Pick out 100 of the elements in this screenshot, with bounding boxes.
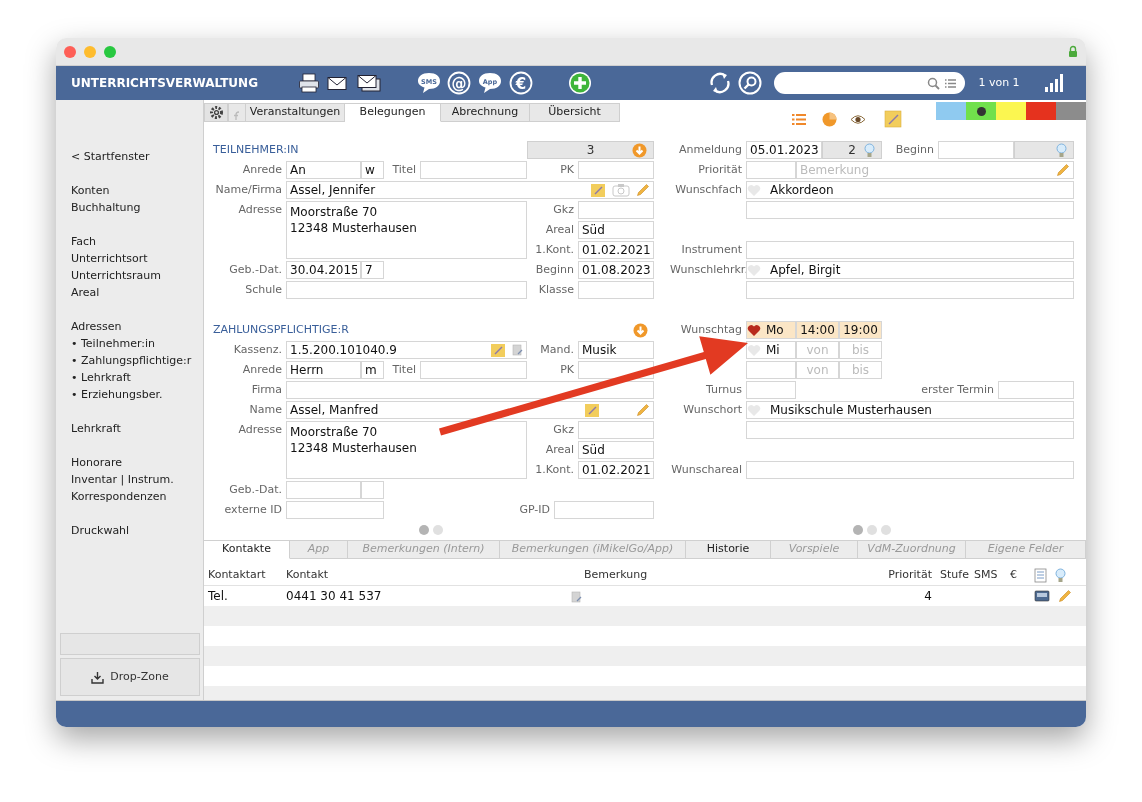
sidebar-item[interactable]: Fach [71, 233, 203, 250]
color-swatch[interactable] [1056, 102, 1086, 120]
location-field[interactable]: Musikschule Musterhausen [746, 401, 1074, 419]
input-field[interactable] [361, 481, 384, 499]
input-field[interactable] [938, 141, 1014, 159]
heart-icon[interactable] [747, 323, 761, 337]
input-field[interactable] [746, 281, 1074, 299]
tab[interactable]: Veranstaltungen [246, 103, 345, 122]
sidebar-item[interactable]: Druckwahl [71, 522, 203, 539]
subject-field[interactable]: Akkordeon [746, 181, 1074, 199]
input-field[interactable]: 01.08.2023 [578, 261, 654, 279]
note-icon[interactable] [884, 110, 902, 128]
sidebar-item[interactable]: Korrespondenzen [71, 488, 203, 505]
search-icon[interactable] [738, 71, 762, 95]
page-dot[interactable] [881, 525, 891, 535]
input-field[interactable]: w [361, 161, 384, 179]
count-box[interactable]: 3 [527, 141, 654, 159]
color-swatch[interactable] [996, 102, 1026, 120]
list-icon[interactable] [792, 112, 806, 126]
color-swatch[interactable] [966, 102, 996, 120]
email-icon[interactable]: @ [446, 71, 472, 95]
text-input[interactable]: Musikschule Musterhausen [767, 402, 1070, 418]
input-field[interactable] [746, 381, 796, 399]
tab[interactable]: Übersicht [530, 103, 620, 122]
teacher-field[interactable]: Apfel, Birgit [746, 261, 1074, 279]
input-field[interactable] [578, 161, 654, 179]
input-field[interactable] [746, 461, 1074, 479]
sidebar-item[interactable]: • Lehrkraft [71, 369, 203, 386]
time-field[interactable]: von [796, 341, 839, 359]
refresh-icon[interactable] [708, 71, 732, 95]
document-icon[interactable] [512, 344, 523, 356]
color-swatch[interactable] [1026, 102, 1056, 120]
camera-icon[interactable] [612, 183, 630, 197]
sidebar-item[interactable]: Konten [71, 182, 203, 199]
minimize-button[interactable] [84, 45, 96, 58]
input-field[interactable]: 05.01.2023 [746, 141, 822, 159]
pencil-icon[interactable] [636, 183, 650, 197]
input-field[interactable]: Süd [578, 441, 654, 459]
bulb-icon[interactable] [864, 143, 875, 158]
color-swatch[interactable] [936, 102, 966, 120]
input-field[interactable] [420, 361, 527, 379]
input-field[interactable] [286, 381, 654, 399]
time-field[interactable]: bis [839, 341, 882, 359]
sidebar-item[interactable]: Buchhaltung [71, 199, 203, 216]
settings-button[interactable] [204, 103, 228, 122]
text-input[interactable]: Mi [763, 342, 792, 358]
input-field[interactable]: Musik [578, 341, 654, 359]
text-input[interactable]: Mo [763, 322, 792, 338]
note-icon[interactable] [490, 342, 506, 358]
list-icon[interactable] [1034, 568, 1047, 583]
time-field[interactable]: 19:00 [839, 321, 882, 339]
euro-icon[interactable]: € [508, 71, 534, 95]
input-field[interactable] [746, 241, 1074, 259]
time-field[interactable]: 14:00 [796, 321, 839, 339]
dropdown-icon[interactable] [632, 143, 647, 158]
page-dot[interactable] [419, 525, 429, 535]
list-icon[interactable] [944, 77, 957, 89]
info-box[interactable] [1014, 141, 1074, 159]
input-field[interactable] [746, 161, 796, 179]
input-field[interactable] [998, 381, 1074, 399]
text-input[interactable]: Assel, Jennifer [287, 182, 584, 198]
text-input[interactable]: Apfel, Birgit [767, 262, 1070, 278]
input-field[interactable]: 30.04.2015 [286, 261, 361, 279]
mail-icon[interactable] [327, 75, 347, 91]
input-field[interactable] [746, 421, 1074, 439]
zoom-button[interactable] [104, 45, 116, 58]
tab[interactable]: Historie [686, 541, 771, 559]
input-field[interactable]: 01.02.2021 [578, 241, 654, 259]
input-field[interactable]: Süd [578, 221, 654, 239]
sidebar-item[interactable]: Unterrichtsraum [71, 267, 203, 284]
input-field[interactable]: An [286, 161, 361, 179]
input-field[interactable] [578, 281, 654, 299]
day-field[interactable]: Mi [746, 341, 796, 359]
printer-icon[interactable] [298, 73, 320, 93]
page-dot[interactable] [853, 525, 863, 535]
sidebar-item[interactable]: • Zahlungspflichtige:r [71, 352, 203, 369]
bulb-icon[interactable] [1055, 568, 1066, 583]
sidebar-item[interactable]: Inventar | Instrum. [71, 471, 203, 488]
day-field[interactable]: Mo [746, 321, 796, 339]
card-icon[interactable] [1034, 590, 1050, 602]
sidebar-item[interactable]: • Teilnehmer:in [71, 335, 203, 352]
pencil-icon[interactable] [636, 403, 650, 417]
cash-id-field[interactable]: 1.5.200.101040.9 [286, 341, 527, 359]
text-input[interactable]: 1.5.200.101040.9 [287, 342, 484, 358]
day-field[interactable] [746, 361, 796, 379]
input-field[interactable] [554, 501, 654, 519]
input-field[interactable]: 7 [361, 261, 384, 279]
input-field[interactable] [286, 281, 527, 299]
input-field[interactable] [578, 201, 654, 219]
tab[interactable]: Belegungen [345, 103, 441, 122]
address-field[interactable]: Moorstraße 70 12348 Musterhausen [286, 421, 527, 479]
sidebar-item[interactable]: Areal [71, 284, 203, 301]
pencil-icon[interactable] [1058, 589, 1072, 603]
drop-zone[interactable]: Drop-Zone [60, 658, 200, 696]
page-dot[interactable] [433, 525, 443, 535]
time-field[interactable]: von [796, 361, 839, 379]
input-field[interactable] [286, 481, 361, 499]
sidebar-item[interactable]: Lehrkraft [71, 420, 203, 437]
dropdown-icon[interactable] [633, 322, 648, 338]
sidebar-item[interactable]: < Startfenster [71, 148, 203, 165]
